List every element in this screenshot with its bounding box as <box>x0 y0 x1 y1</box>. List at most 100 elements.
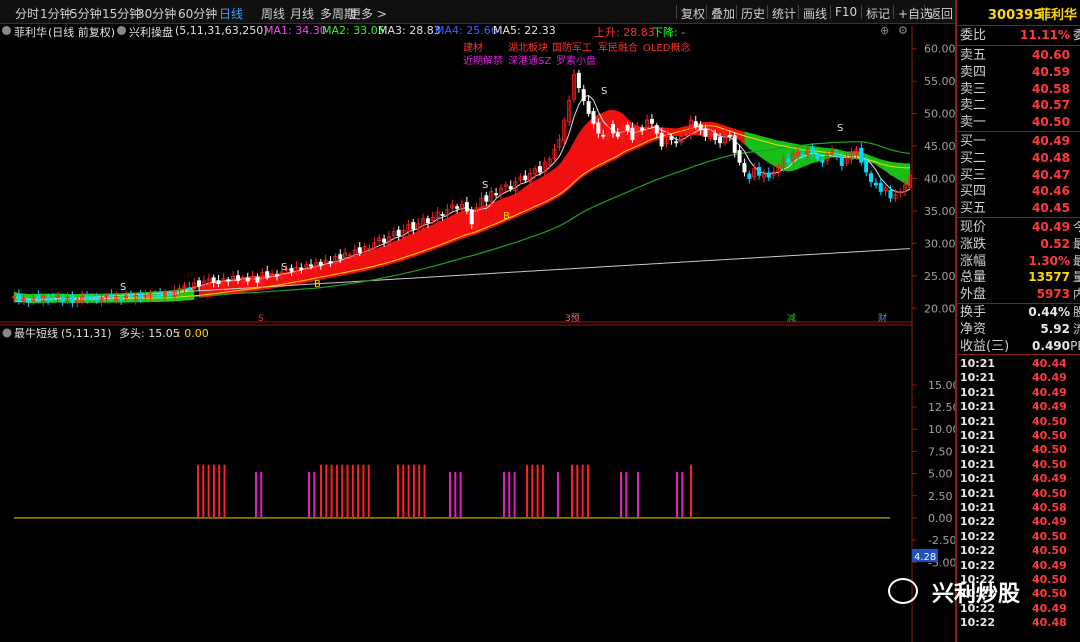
candle <box>640 127 645 131</box>
tick-price: 40.50 <box>1032 429 1067 442</box>
ask-row: 卖二 40.57 <box>960 97 1080 114</box>
tick-row: 10:21 40.49 <box>960 472 1080 486</box>
tick-row: 10:21 40.49 <box>960 371 1080 385</box>
row-value: 0.44% <box>1028 305 1070 319</box>
row-value: 5.92 <box>1040 321 1070 336</box>
tick-row: 10:22 40.50 <box>960 530 1080 544</box>
row-label: 卖二 <box>960 98 987 114</box>
candle <box>299 267 304 270</box>
candle <box>834 153 839 157</box>
bid-row: 买二 40.48 <box>960 150 1080 167</box>
signal-bar <box>223 464 226 518</box>
candle <box>766 172 771 178</box>
y-tick-label: 30.00 <box>924 237 955 250</box>
candle <box>158 293 163 297</box>
row-label: 买三 <box>960 167 987 183</box>
row-value: 1.30% <box>1028 253 1070 268</box>
signal-bar <box>423 464 426 518</box>
candle <box>216 280 221 285</box>
candle <box>625 124 630 131</box>
candle <box>820 159 825 163</box>
candle <box>864 160 869 173</box>
signal-bar <box>571 464 573 518</box>
quote-panel: 300395 菲利华 委比 11.11% 委 卖五 40.60 卖四 40.59 卖三 4… <box>955 0 1080 642</box>
stock-code: 300395 <box>988 8 1043 23</box>
signal-bar <box>637 471 639 518</box>
candle <box>601 134 606 137</box>
candle <box>747 173 752 179</box>
signal-bar <box>557 471 559 518</box>
tick-row: 10:21 40.50 <box>960 487 1080 501</box>
event-marker: 减 <box>787 312 796 324</box>
row-tail: PE <box>1070 338 1080 353</box>
candle <box>197 280 202 286</box>
y-tick-label: 15.00 <box>928 379 955 392</box>
candle <box>800 154 805 157</box>
candle <box>596 122 601 134</box>
candle <box>649 118 654 124</box>
tick-row: 10:22 40.50 <box>960 544 1080 558</box>
candle <box>425 218 430 224</box>
candle <box>50 298 55 300</box>
signal-bar <box>397 464 399 518</box>
signal-bar <box>351 464 354 518</box>
row-value: 40.57 <box>1032 98 1070 113</box>
candle <box>60 297 65 302</box>
signal-bar <box>335 464 338 518</box>
concept-tag: 近期解禁 <box>463 54 503 67</box>
signal-bar <box>449 471 451 518</box>
row-label: 换手 <box>960 305 987 320</box>
candle <box>615 133 620 137</box>
signal-bar <box>212 464 215 518</box>
signal-bar <box>207 464 210 518</box>
candle <box>737 150 742 163</box>
candle <box>119 296 124 301</box>
signal-bar <box>625 471 628 518</box>
event-marker: S <box>258 314 264 324</box>
row-label: 净资 <box>960 321 987 337</box>
candle <box>586 101 591 115</box>
candle <box>46 297 51 301</box>
tick-row: 10:22 40.48 <box>960 616 1080 630</box>
y-tick-label: 40.00 <box>924 173 955 186</box>
candle <box>187 287 192 290</box>
y-tick-label: 7.50 <box>928 445 953 458</box>
stat-row: 换手 0.44% 股 <box>960 304 1080 321</box>
candle <box>274 274 279 277</box>
candle <box>815 153 820 160</box>
stock-header: 300395 菲利华 <box>960 7 1080 24</box>
signal-s: S <box>482 180 488 191</box>
signal-bar <box>412 464 415 518</box>
webi-row: 委比 11.11% 委 <box>960 28 1080 43</box>
candle <box>455 206 460 209</box>
ma5-line <box>13 94 911 301</box>
candle <box>289 267 294 272</box>
y-tick-label: 45.00 <box>924 140 955 153</box>
candle <box>610 123 615 134</box>
signal-bar <box>362 464 365 518</box>
candle <box>810 147 815 153</box>
candle <box>859 147 864 163</box>
signal-bar <box>681 471 684 518</box>
y-tick-label: 5.00 <box>928 468 953 481</box>
ask-row: 卖一 40.50 <box>960 114 1080 131</box>
candle <box>537 166 542 173</box>
watermark: 兴利炒股 <box>888 574 1058 610</box>
tick-row: 10:21 40.49 <box>960 386 1080 400</box>
signal-bar <box>325 464 328 518</box>
row-label: 买一 <box>960 134 987 149</box>
candle <box>211 277 216 283</box>
kline-chart[interactable]: 20.00 25.00 30.00 35.00 40.00 45.00 50.00 55.00… <box>0 0 955 642</box>
candle <box>591 111 596 124</box>
candle <box>494 193 499 196</box>
row-label: 卖四 <box>960 64 987 80</box>
row-value: 40.49 <box>1032 134 1070 148</box>
signal-bar <box>531 464 534 518</box>
candle <box>727 134 732 137</box>
candle <box>757 166 762 176</box>
concept-tag: 建材 <box>463 41 483 54</box>
row-label: 外盘 <box>960 287 987 303</box>
tick-row: 10:21 40.50 <box>960 458 1080 472</box>
candle <box>873 182 878 186</box>
signal-bar <box>402 464 405 518</box>
